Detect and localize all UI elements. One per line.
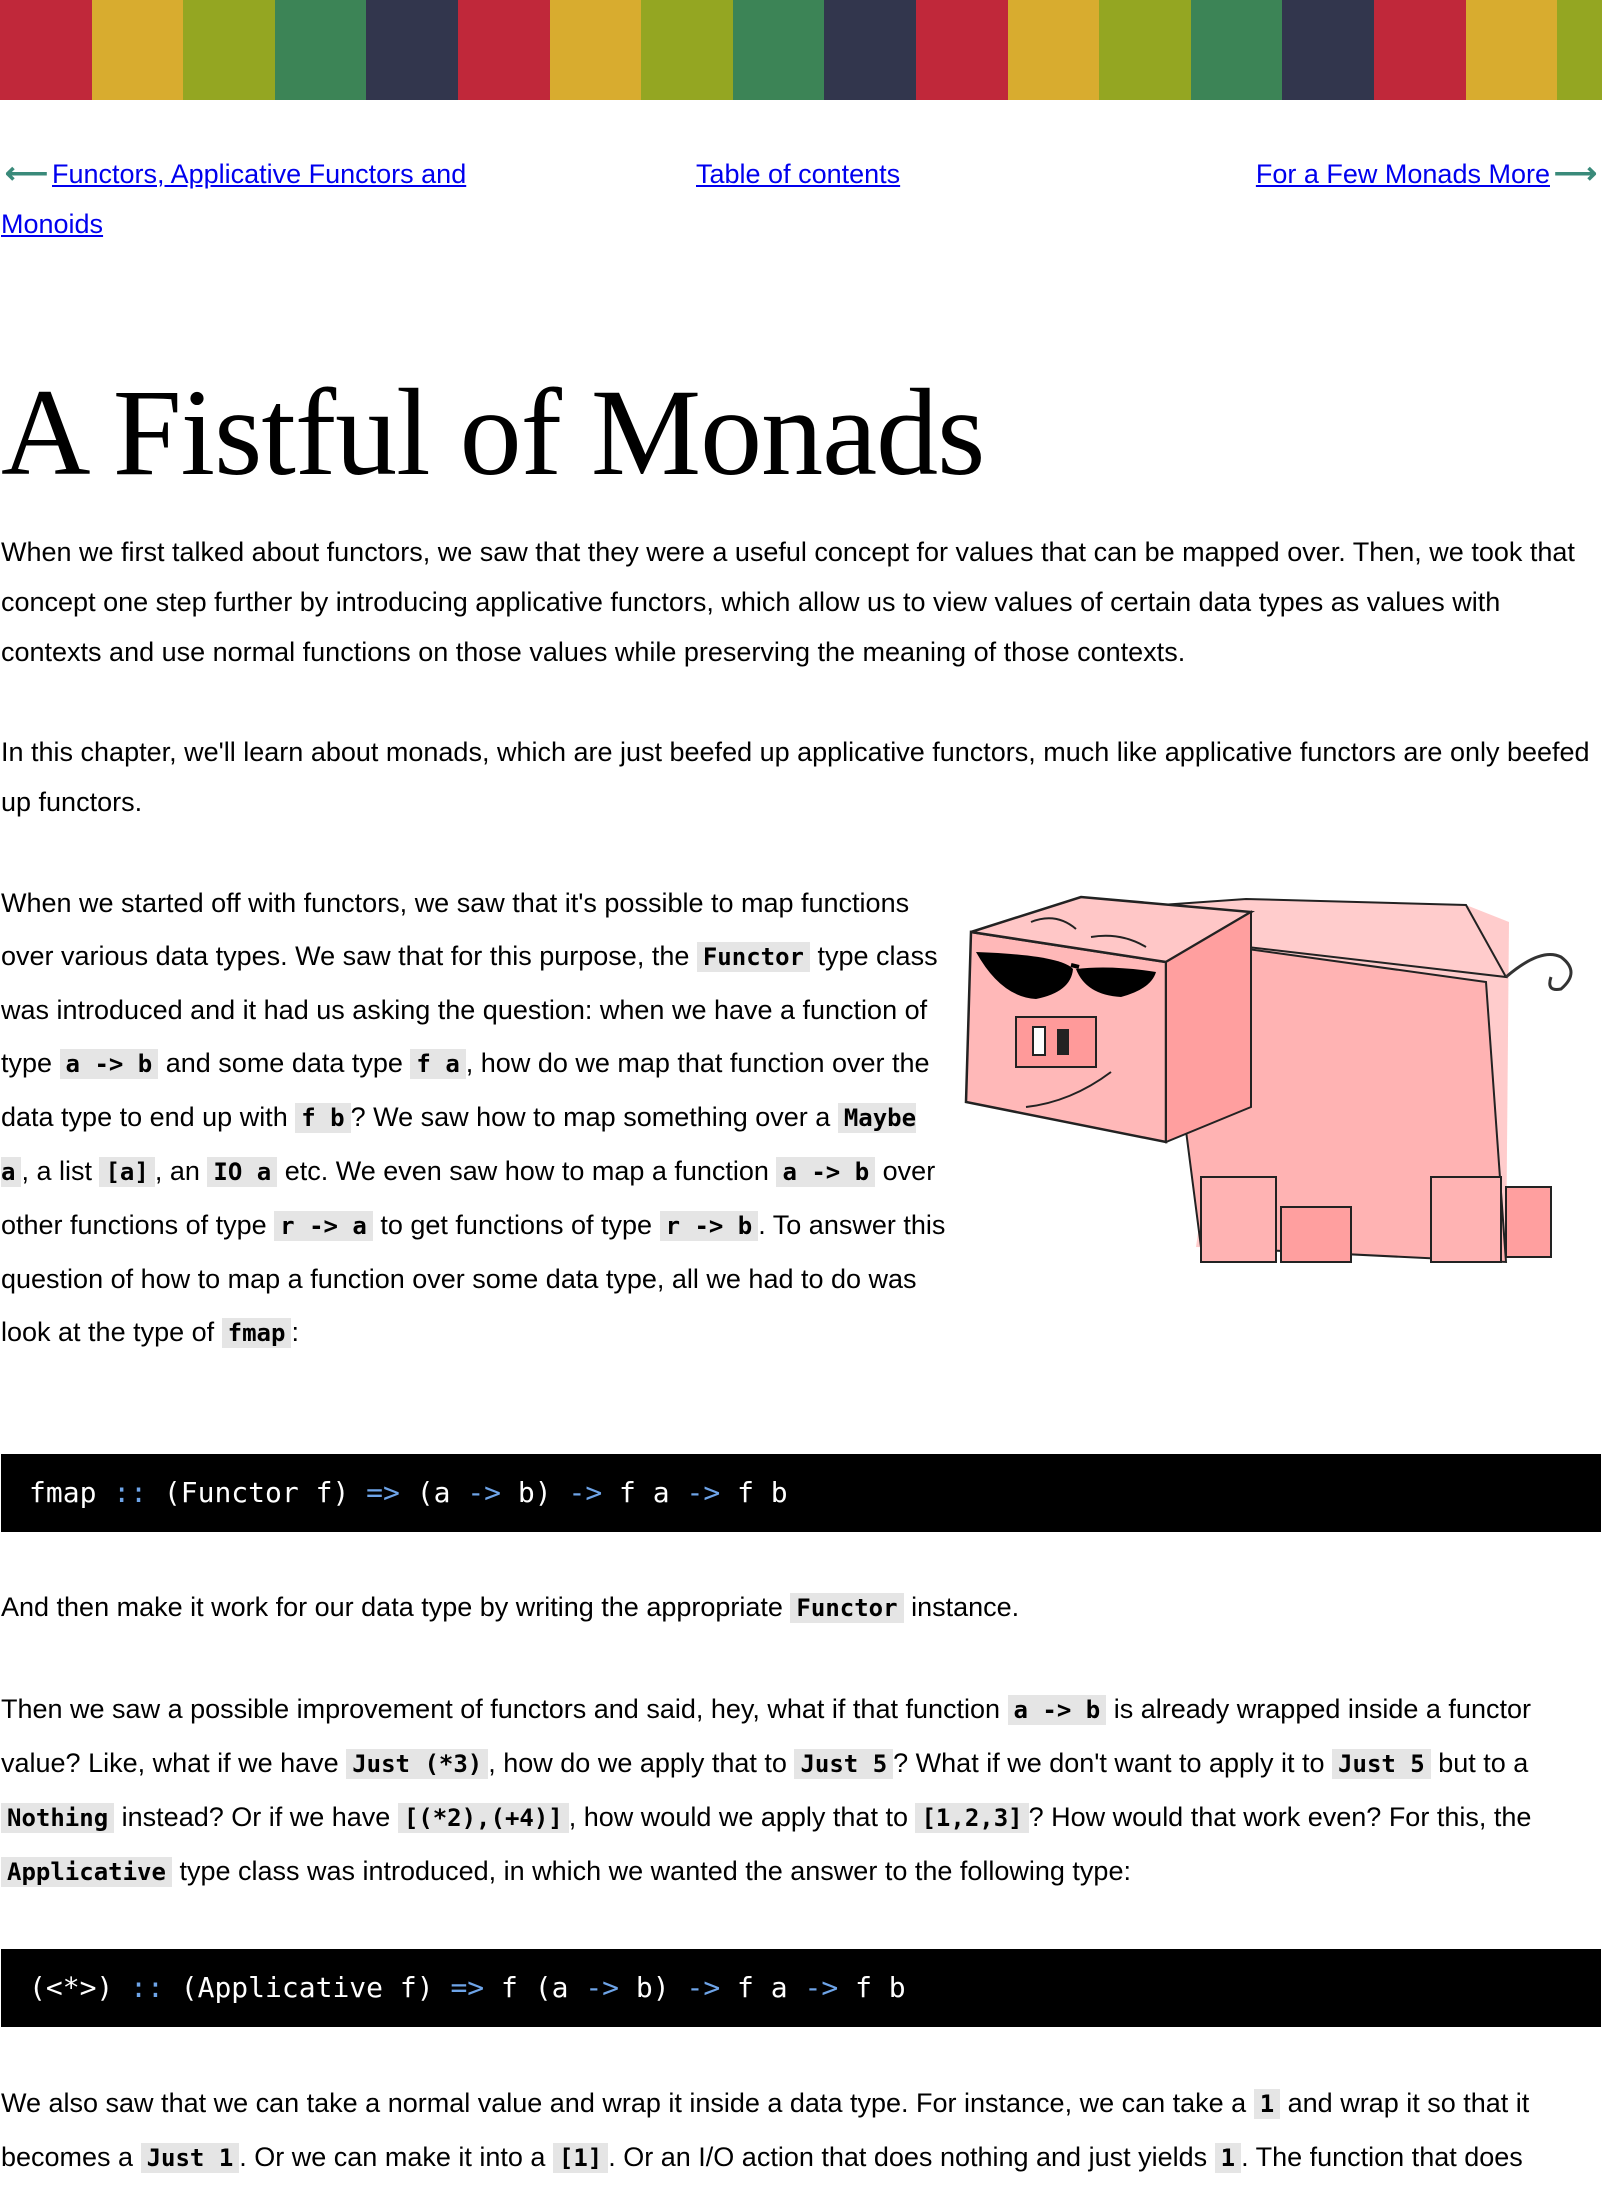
stripe-block (1557, 0, 1602, 100)
stripe-block (1465, 0, 1558, 100)
arrow-right-icon: ⟶ (1553, 157, 1597, 190)
functor-recap-paragraph: When we started off with functors, we sa… (1, 888, 946, 1348)
inline-code: r -> a (274, 1211, 373, 1241)
inline-code: f b (295, 1103, 351, 1133)
inline-code: f a (410, 1049, 466, 1079)
inline-code: fmap (221, 1318, 292, 1348)
inline-code: Just 1 (140, 2143, 240, 2173)
inline-code: IO a (207, 1157, 278, 1187)
functor-instance-paragraph: And then make it work for our data type … (1, 1592, 1020, 1623)
inline-code: 1 (1253, 2089, 1281, 2119)
color-stripe-banner (0, 0, 1602, 100)
fmap-type-code-block: fmap :: (Functor f) => (a -> b) -> f a -… (1, 1454, 1601, 1532)
inline-code: a -> b (59, 1049, 159, 1079)
inline-code: Functor (790, 1593, 904, 1623)
stripe-block (549, 0, 642, 100)
inline-code: Just 5 (794, 1749, 894, 1779)
chapter-content: ⟵ Functors, Applicative Functors and Mono… (0, 149, 1601, 2185)
inline-code: [1,2,3] (915, 1803, 1029, 1833)
intro-paragraph: When we first talked about functors, we … (1, 537, 1575, 667)
chapter-navigation: ⟵ Functors, Applicative Functors and Mono… (1, 149, 1601, 299)
functor-recap-section: When we started off with functors, we sa… (1, 877, 1601, 1392)
stripe-block (732, 0, 825, 100)
page-title: A Fistful of Monads (1, 364, 985, 501)
stripe-block (1007, 0, 1100, 100)
inline-code: Just 5 (1332, 1749, 1431, 1779)
inline-code: [1] (552, 2143, 609, 2173)
inline-code: [a] (99, 1157, 155, 1187)
stripe-block (0, 0, 92, 100)
applicative-recap-paragraph: Then we saw a possible improvement of fu… (1, 1694, 1532, 1887)
stripe-block (641, 0, 733, 100)
inline-code: a -> b (1007, 1695, 1107, 1725)
pure-recap-paragraph: We also saw that we can take a normal va… (1, 2088, 1530, 2173)
inline-code: Applicative (1, 1857, 172, 1887)
prev-chapter-nav: ⟵ Functors, Applicative Functors and Mono… (1, 149, 481, 249)
arrow-left-icon: ⟵ (5, 157, 49, 190)
inline-code: 1 (1214, 2143, 1242, 2173)
stripe-block (824, 0, 916, 100)
stripe-block (1099, 0, 1191, 100)
stripe-block (915, 0, 1008, 100)
stripe-block (1190, 0, 1283, 100)
stripe-block (91, 0, 184, 100)
inline-code: [(*2),(+4)] (397, 1803, 569, 1833)
chapter-overview-paragraph: In this chapter, we'll learn about monad… (1, 737, 1590, 817)
next-chapter-nav: For a Few Monads More ⟶ (1256, 149, 1601, 199)
stripe-block (1373, 0, 1466, 100)
stripe-block (183, 0, 275, 100)
table-of-contents-link[interactable]: Table of contents (696, 159, 900, 189)
stripe-block (366, 0, 458, 100)
stripe-block (1282, 0, 1374, 100)
next-chapter-link[interactable]: For a Few Monads More (1256, 159, 1550, 189)
prev-chapter-link[interactable]: Functors, Applicative Functors and Monoi… (1, 159, 466, 239)
inline-code: Just (*3) (346, 1749, 489, 1779)
inline-code: Nothing (1, 1803, 115, 1833)
applicative-type-code-block: (<*>) :: (Applicative f) => f (a -> b) -… (1, 1949, 1601, 2027)
toc-nav: Table of contents (696, 149, 900, 199)
stripe-block (274, 0, 367, 100)
inline-code: r -> b (659, 1211, 759, 1241)
inline-code: a -> b (776, 1157, 876, 1187)
cool-pig-illustration (964, 895, 1573, 1264)
stripe-block (457, 0, 550, 100)
inline-code: Functor (696, 942, 811, 972)
